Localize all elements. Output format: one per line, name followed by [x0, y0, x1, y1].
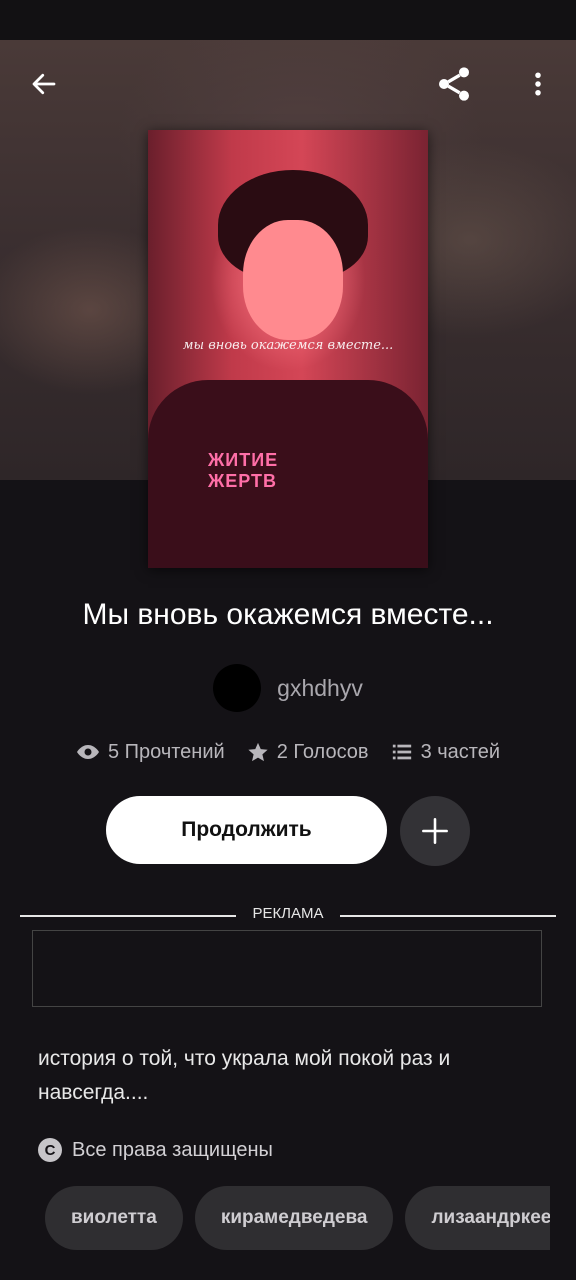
author-row[interactable]: gxhdhyv — [0, 664, 576, 712]
cover-overlay-text: мы вновь окажемся вместе... — [182, 338, 394, 353]
copyright-notice: C Все права защищены — [38, 1138, 273, 1162]
continue-reading-button[interactable]: Продолжить — [106, 796, 387, 864]
reads-stat: 5 Прочтений — [76, 740, 225, 764]
story-title: Мы вновь окажемся вместе... — [82, 598, 494, 631]
parts-count: 3 частей — [420, 740, 501, 763]
votes-count: 2 Голосов — [276, 740, 369, 763]
story-stats: 5 Прочтений 2 Голосов 3 частей — [0, 740, 576, 764]
story-cover: ЖИТИЕ ЖЕРТВ мы вновь окажемся вместе... — [148, 130, 428, 568]
author-avatar[interactable] — [213, 664, 262, 712]
status-bar — [0, 0, 576, 40]
share-button[interactable] — [432, 62, 476, 106]
eye-icon — [76, 745, 99, 759]
cover-shirt-print: ЖИТИЕ ЖЕРТВ — [208, 450, 279, 491]
back-button[interactable] — [22, 62, 66, 106]
author-name[interactable]: gxhdhyv — [277, 675, 363, 702]
star-icon — [248, 742, 268, 762]
add-to-library-button[interactable] — [400, 796, 470, 866]
cover-face — [243, 220, 343, 340]
votes-stat: 2 Голосов — [247, 740, 369, 764]
tag-list: виолетта кирамедведева лизаандркеев — [45, 1186, 550, 1250]
parts-stat: 3 частей — [391, 740, 500, 764]
reads-count: 5 Прочтений — [107, 740, 225, 763]
arrow-left-icon — [32, 73, 56, 95]
ad-slot[interactable] — [32, 930, 542, 1007]
ad-label: РЕКЛАМА — [236, 905, 340, 922]
more-vertical-icon — [535, 72, 541, 96]
copyright-icon: C — [38, 1138, 62, 1162]
tag-chip[interactable]: виолетта — [45, 1186, 183, 1250]
list-icon — [392, 744, 411, 760]
tag-chip[interactable]: кирамедведева — [194, 1186, 394, 1250]
story-description: история о той, что украла мой покой раз … — [38, 1047, 451, 1104]
more-options-button[interactable] — [516, 62, 560, 106]
copyright-text: Все права защищены — [72, 1138, 273, 1161]
plus-icon — [422, 818, 448, 844]
share-icon — [439, 67, 469, 101]
tag-chip[interactable]: лизаандркеев — [405, 1186, 550, 1250]
